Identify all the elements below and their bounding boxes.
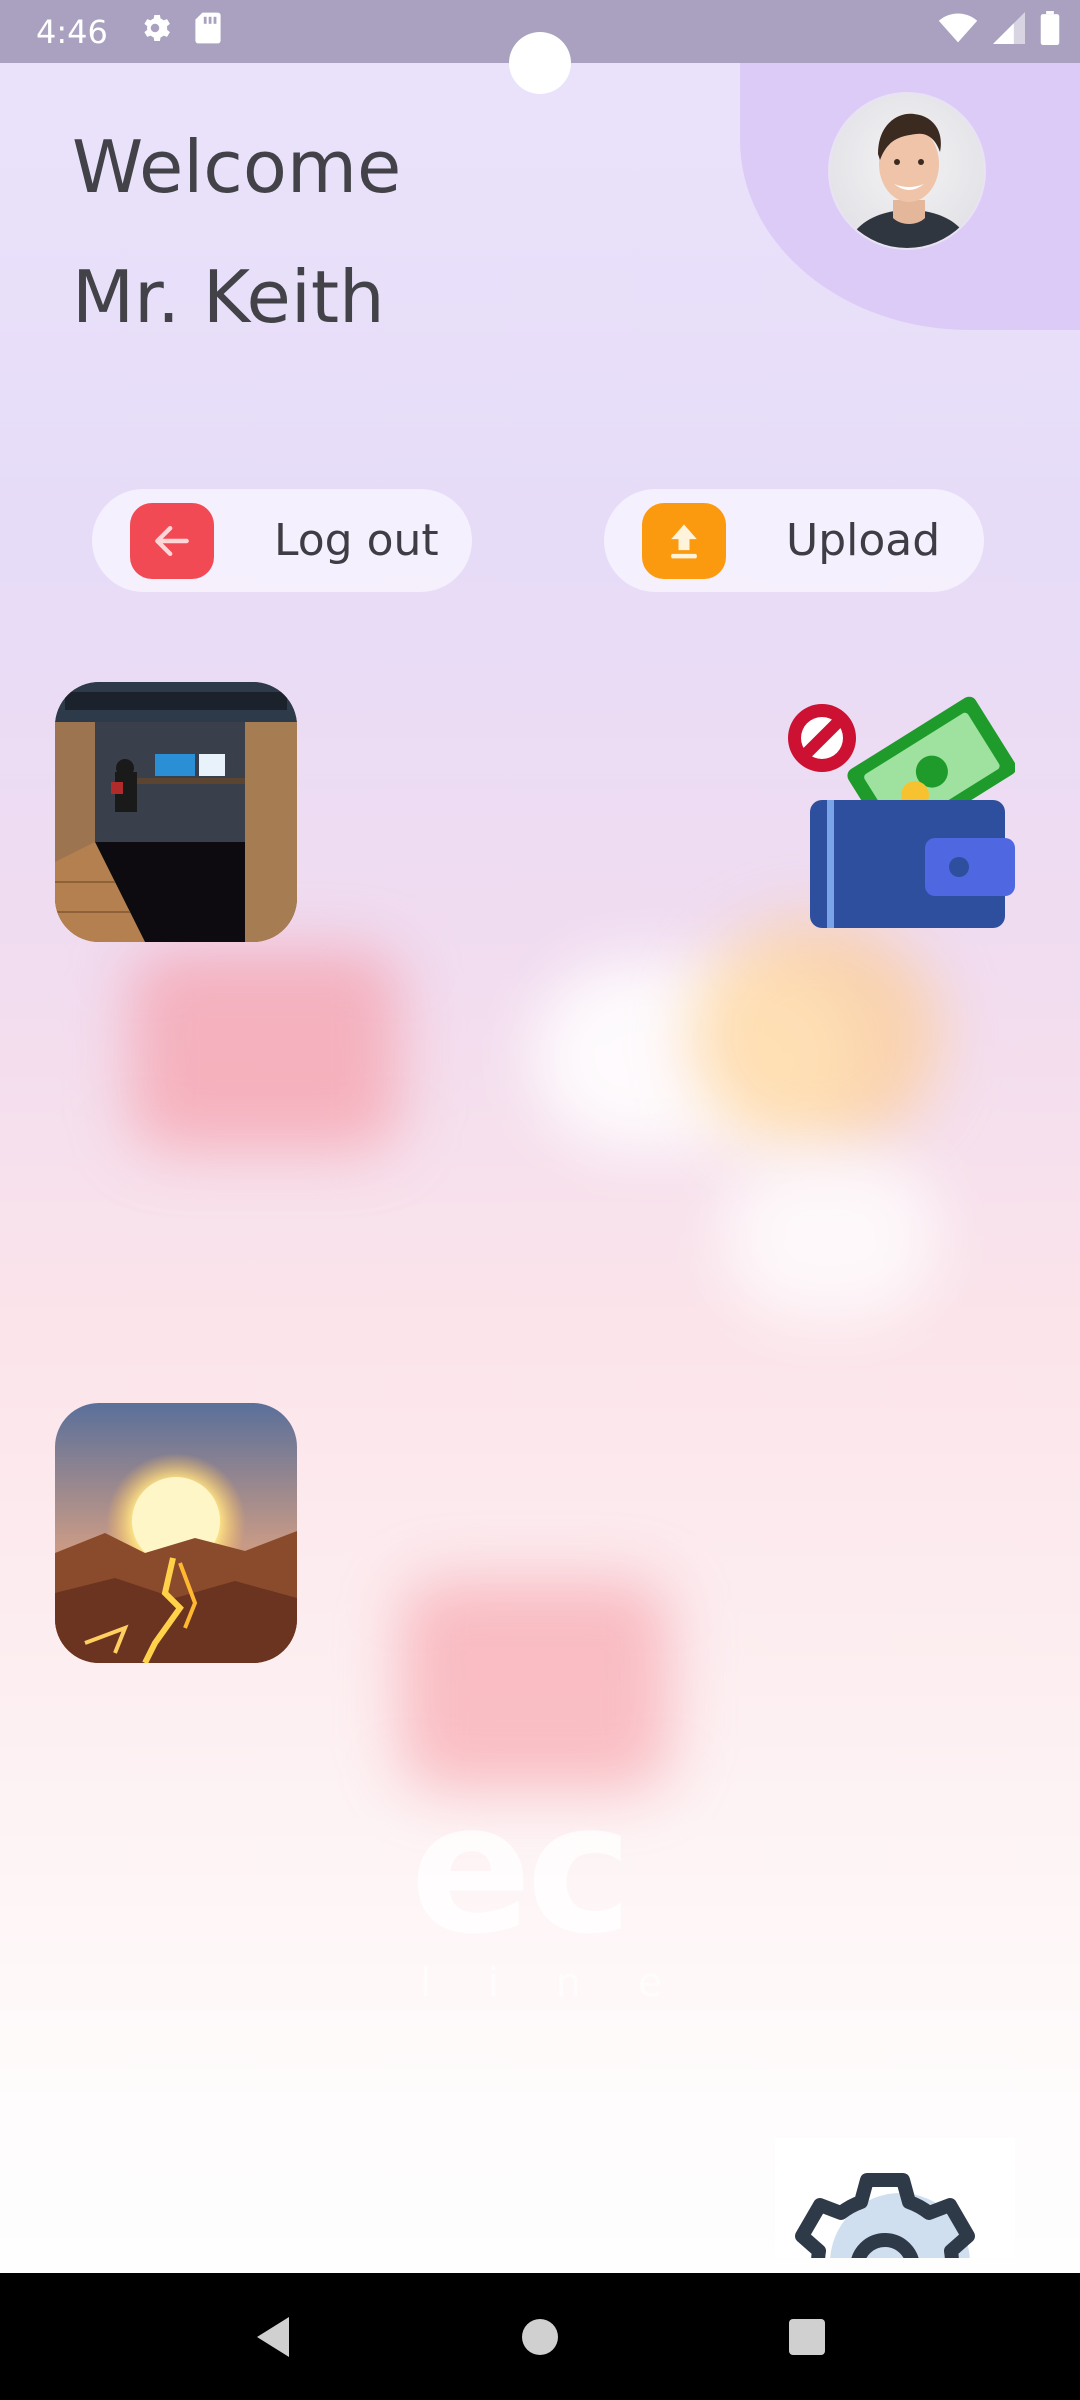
arrow-left-icon [130, 502, 214, 579]
background-cloud [720, 1150, 940, 1320]
upload-label: Upload [786, 515, 941, 566]
settings-icon [138, 11, 172, 53]
battery-icon [1040, 10, 1060, 53]
settings-gear-button[interactable] [775, 2138, 1015, 2258]
status-left-icons [138, 11, 222, 53]
signal-icon [992, 11, 1026, 52]
background-blob [130, 950, 400, 1150]
home-nav-button[interactable] [510, 2307, 570, 2367]
navigation-bar [0, 2273, 1080, 2400]
logout-label: Log out [274, 515, 439, 566]
room-photo[interactable] [55, 682, 297, 942]
background-watermark-subtext: l i n e g [420, 1960, 660, 2006]
status-right-icons [938, 10, 1060, 53]
recents-nav-button[interactable] [777, 2307, 837, 2367]
background-sun [690, 920, 940, 1150]
welcome-text: Welcome [72, 125, 402, 209]
status-time: 4:46 [36, 12, 108, 51]
logout-button[interactable]: Log out [92, 489, 472, 592]
background-blob [400, 1580, 670, 1790]
avatar[interactable] [828, 92, 986, 250]
upload-icon [642, 502, 726, 579]
back-nav-button[interactable] [243, 2307, 303, 2367]
background-watermark-text: ec [410, 1770, 633, 1970]
user-name: Mr. Keith [72, 255, 385, 339]
sd-card-icon [194, 11, 222, 53]
wifi-icon [938, 12, 978, 52]
sunset-photo[interactable] [55, 1403, 297, 1663]
upload-button[interactable]: Upload [604, 489, 984, 592]
camera-cutout [509, 32, 571, 94]
wallet-blocked-illustration [775, 690, 1017, 935]
